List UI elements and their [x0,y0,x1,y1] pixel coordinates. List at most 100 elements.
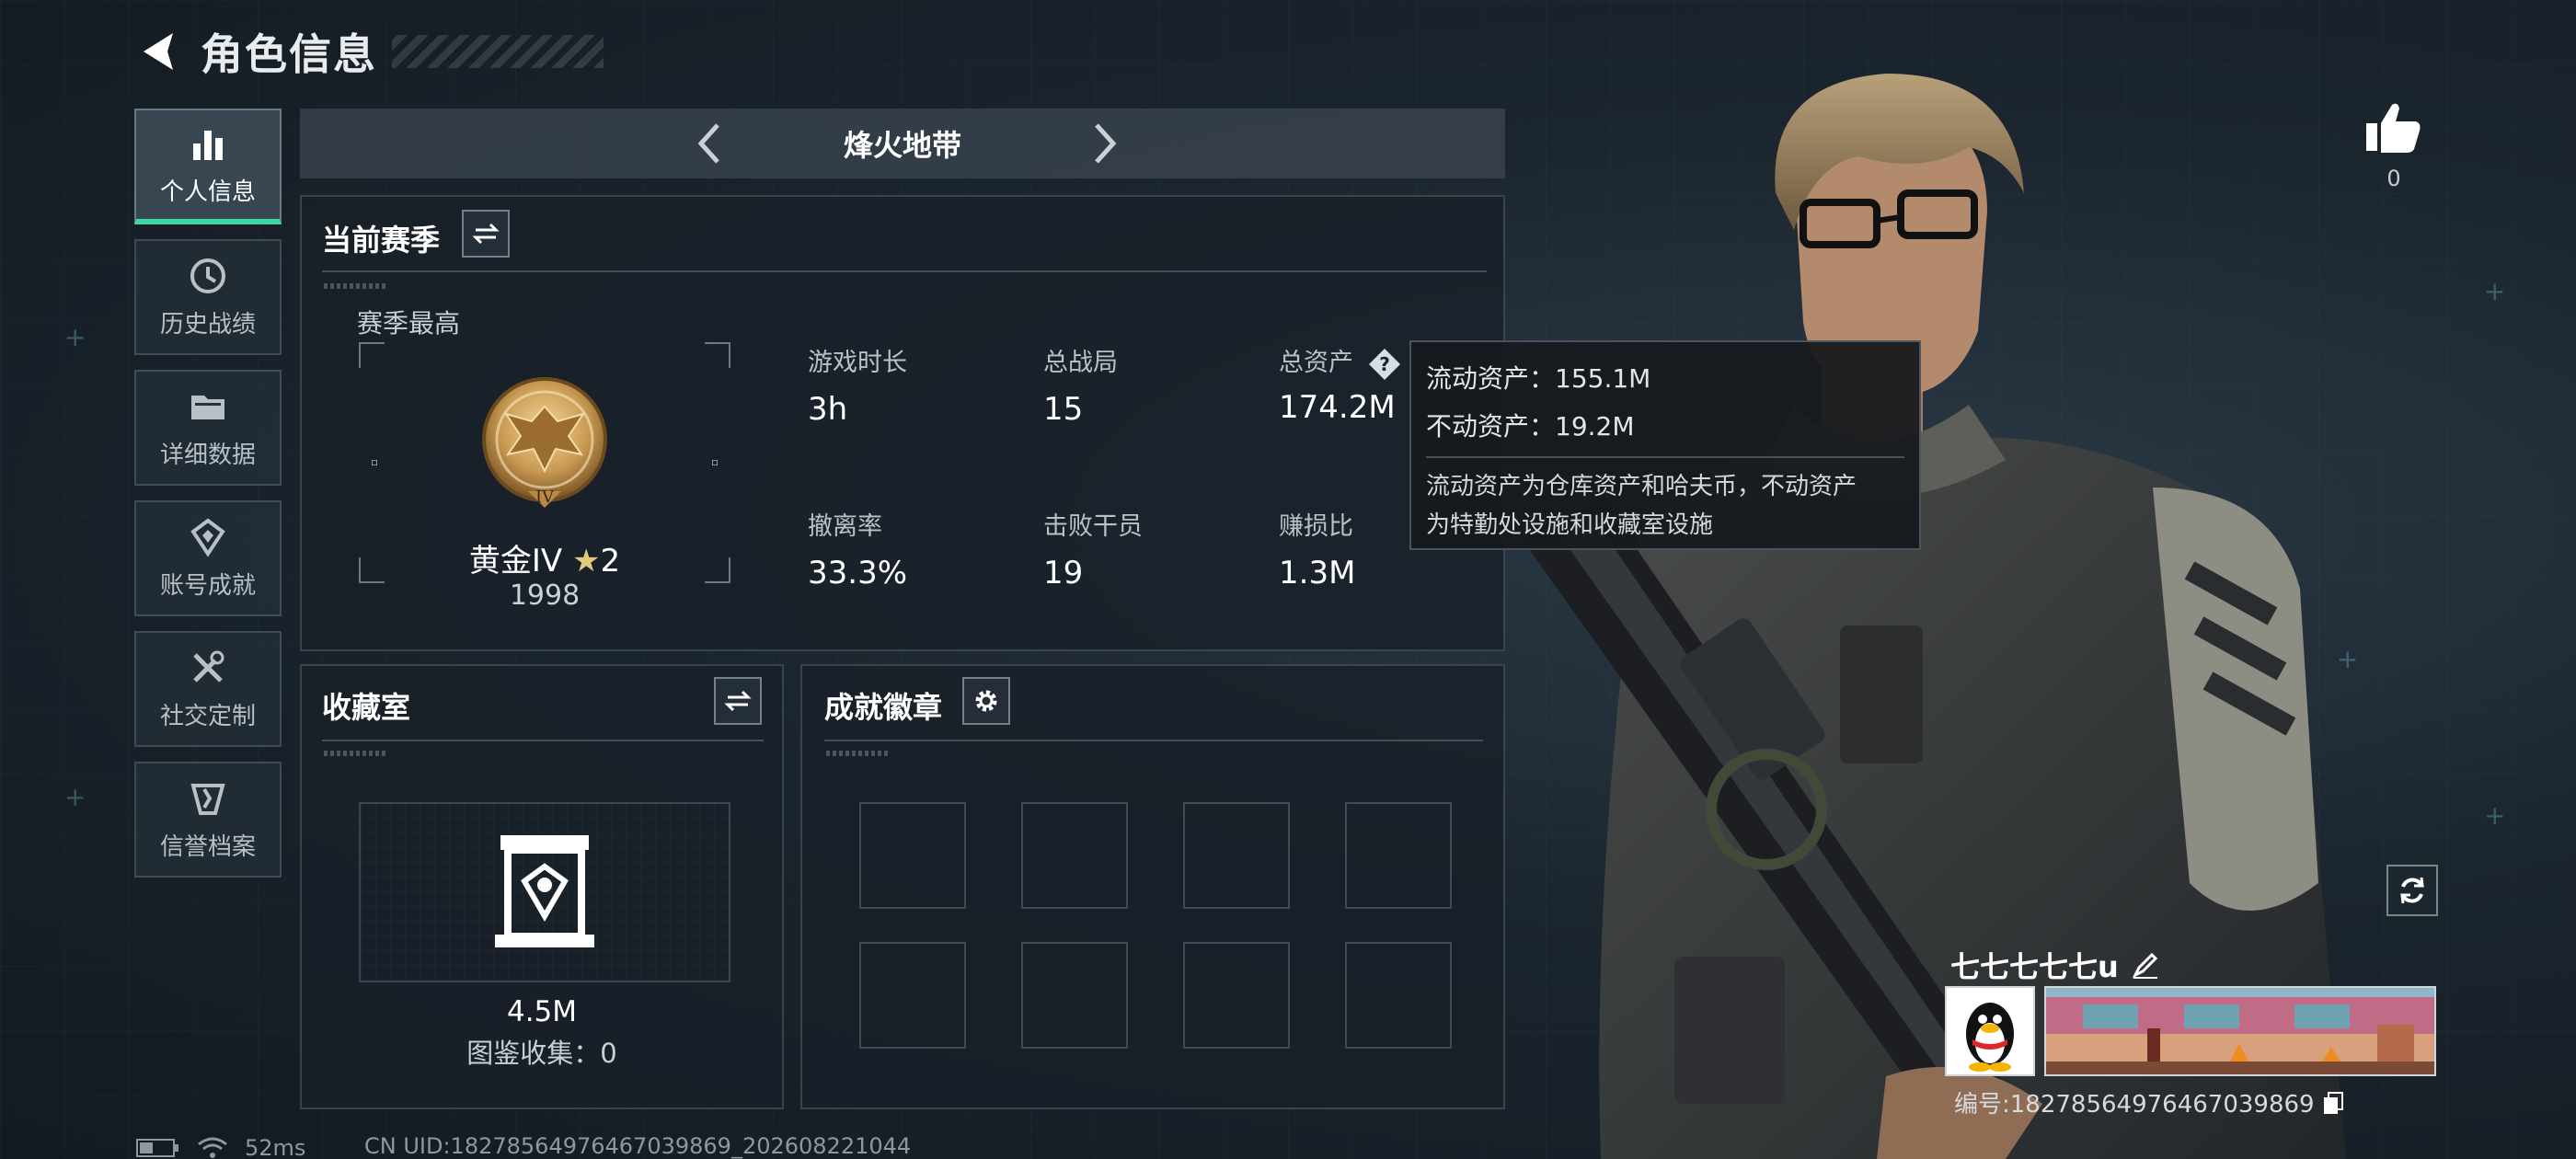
svg-text:?: ? [1379,353,1390,375]
stat-value: 3h [808,391,848,428]
plus-decoration: + [64,782,86,812]
avatar[interactable] [1945,986,2035,1076]
total-assets-tooltip: 流动资产：155.1M 不动资产：19.2M 流动资产为仓库资产和哈夫币，不动资… [1409,340,1921,550]
like-button[interactable]: 0 [2363,99,2425,191]
tooltip-description-line: 为特勤处设施和收藏室设施 [1426,511,1714,539]
gear-icon [975,690,997,712]
badge-slot[interactable] [1345,802,1452,909]
collection-value: 4.5M [506,995,578,1028]
stat-label: 赚损比 [1279,512,1353,541]
season-switch-button[interactable] [462,210,510,258]
player-name-text: 七七七七七u [1950,949,2119,984]
badge-slot[interactable] [859,942,966,1049]
swap-icon [724,690,752,712]
chevron-right-icon[interactable] [1078,118,1130,169]
battery-icon [136,1139,178,1157]
sidebar: 个人信息 历史战绩 详细数据 账号成就 社交定制 信誉档案 [134,109,282,892]
sidebar-item-label: 信誉档案 [159,832,256,861]
tooltip-liquid-assets: 流动资产：155.1M [1426,363,1651,394]
tools-icon [193,650,224,683]
stat-value: 15 [1043,391,1084,428]
sidebar-item-credit[interactable]: 信誉档案 [134,762,282,878]
profile-banner [2044,986,2436,1076]
stat-total-matches: 总战局 15 [1043,342,1118,428]
decoration [826,751,891,756]
badge-slot[interactable] [1183,942,1290,1049]
sidebar-item-achievements[interactable]: 账号成就 [134,500,282,616]
divider [322,270,1487,272]
rank-name: 黄金IV ★2 [359,535,730,580]
sidebar-item-social[interactable]: 社交定制 [134,631,282,747]
collection-switch-button[interactable] [714,677,762,725]
penguin-avatar-icon [1966,1003,2014,1072]
collection-display[interactable] [359,802,730,982]
gold-rank-medal-icon: IV [482,377,607,508]
history-icon [190,258,225,293]
uid-text: CN UID:1827856497646703986​9_20260822104… [364,1133,912,1159]
plus-decoration: + [2484,800,2506,831]
decoration [324,751,388,756]
stat-value: 33.3% [808,555,908,591]
tooltip-fixed-assets: 不动资产：19.2M [1426,411,1635,442]
player-id: 编号:1827856497646703986​9 [1954,1085,2344,1119]
display-case-icon [495,835,594,947]
rotate-character-button[interactable] [2386,865,2438,916]
rank-tier: 黄金IV [468,543,563,580]
player-id-text: 编号:1827856497646703986​9 [1954,1091,2315,1119]
thumbs-up-icon [2366,103,2421,153]
svg-text:IV: IV [535,488,555,507]
sidebar-item-label: 详细数据 [159,441,256,469]
bar-chart-icon [193,130,223,160]
stat-total-assets: 总资产 ? 174.2M [1279,342,1402,426]
page-title: 角色信息 [201,29,377,79]
stat-playtime: 游戏时长 3h [808,342,907,428]
badges-settings-button[interactable] [962,677,1010,725]
plus-decoration: + [2484,276,2506,306]
decoration [324,283,388,289]
badge-slot[interactable] [1183,802,1290,909]
sidebar-item-profile[interactable]: 个人信息 [134,109,282,224]
chevron-left-icon[interactable] [684,118,736,169]
badge-slot[interactable] [1345,942,1452,1049]
pixel-banner-image [2046,988,2434,1074]
stat-value: 174.2M [1279,388,1396,426]
stat-label: 击败干员 [1043,512,1143,541]
tooltip-description-line: 流动资产为仓库资产和哈夫币，不动资产 [1426,473,1857,500]
stat-label: 游戏时长 [808,349,907,377]
badge-slot[interactable] [1021,802,1128,909]
badge-slot[interactable] [1021,942,1128,1049]
stat-label: 总资产 ? [1279,342,1402,382]
stat-value: 1.3M [1279,555,1356,591]
star-icon: ★ [571,543,601,580]
divider [322,740,764,741]
folder-icon [191,395,224,419]
stat-kills: 击败干员 19 [1043,506,1143,591]
rank-score: 1998 [509,580,581,612]
sidebar-item-label: 历史战绩 [159,310,256,339]
badges-title: 成就徽章 [824,690,943,725]
status-bar: 52ms [136,1135,305,1159]
achievement-icon [190,518,225,557]
back-arrow-icon[interactable] [136,28,180,75]
collection-count: 图鉴收集：0 [466,1038,617,1069]
rank-stars: 2 [600,543,621,580]
credit-icon [190,783,225,815]
ping-value: 52ms [245,1135,306,1159]
help-icon[interactable]: ? [1367,347,1402,382]
stat-extraction-rate: 撤离率 33.3% [808,506,907,591]
stat-value: 19 [1043,555,1084,591]
sidebar-item-label: 账号成就 [159,571,256,600]
sidebar-item-details[interactable]: 详细数据 [134,370,282,486]
badge-slot[interactable] [859,802,966,909]
mode-selector: 烽火地带 [300,109,1505,178]
edit-icon[interactable] [2132,951,2159,979]
divider [824,740,1483,741]
title-decoration [392,35,604,68]
refresh-icon [2400,877,2424,904]
plus-decoration: + [64,322,86,352]
copy-icon[interactable] [2322,1091,2344,1115]
sidebar-item-history[interactable]: 历史战绩 [134,239,282,355]
wifi-icon [198,1137,227,1158]
sidebar-item-label: 个人信息 [159,178,256,206]
stat-profit-ratio: 赚损比 1.3M [1279,506,1355,591]
